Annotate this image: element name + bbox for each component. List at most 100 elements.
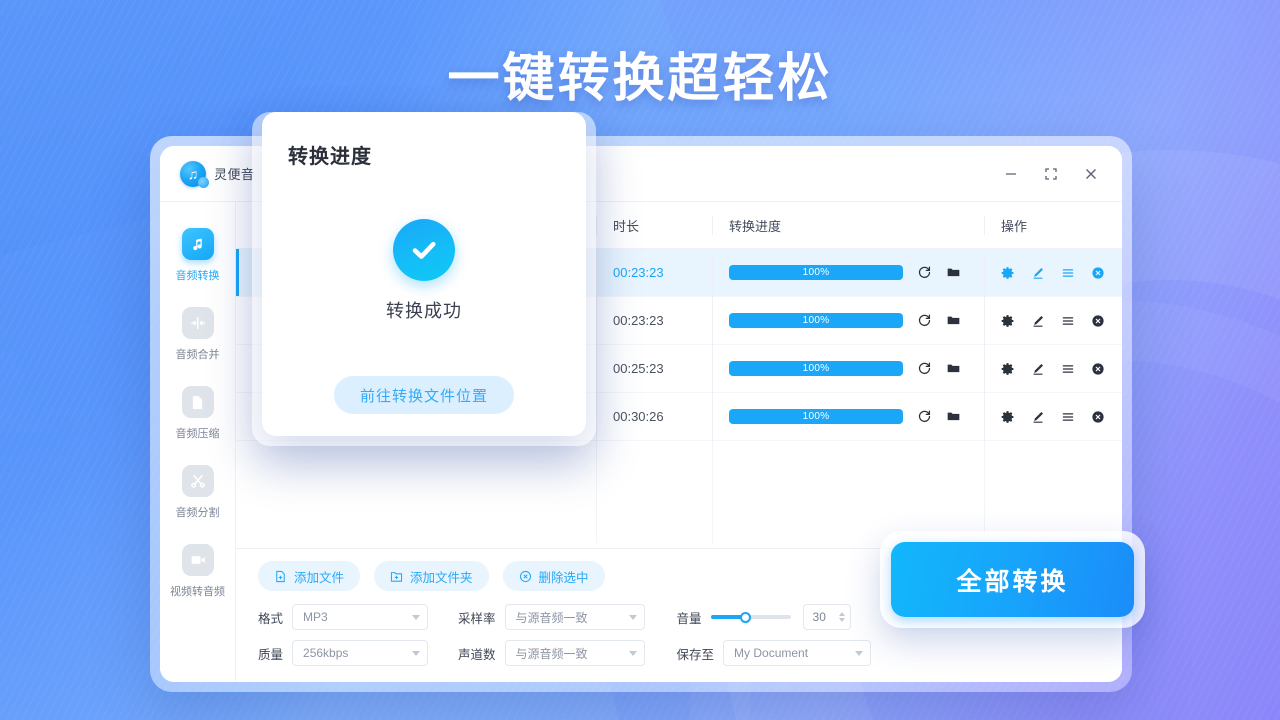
close-button[interactable] bbox=[1074, 159, 1108, 189]
progress-bar: 100% bbox=[729, 265, 903, 280]
column-header-operations: 操作 bbox=[984, 215, 1122, 235]
gear-icon[interactable] bbox=[1001, 410, 1015, 424]
delete-circle-icon bbox=[519, 570, 531, 582]
cell-progress: 100% bbox=[712, 392, 984, 441]
progress-bar: 100% bbox=[729, 409, 903, 424]
saveto-select[interactable]: My Document bbox=[723, 640, 872, 666]
minimize-button[interactable] bbox=[994, 159, 1028, 189]
quality-select[interactable]: 256kbps bbox=[292, 640, 429, 666]
cell-operations bbox=[984, 296, 1122, 345]
column-header-duration: 时长 bbox=[596, 215, 712, 235]
sidebar-item-label: 音频合并 bbox=[175, 349, 220, 361]
cell-progress: 100% bbox=[712, 344, 984, 393]
pencil-icon[interactable] bbox=[1031, 314, 1045, 328]
quality-field: 质量 256kbps bbox=[258, 640, 429, 666]
close-circle-icon[interactable] bbox=[1091, 266, 1105, 280]
chevron-down-icon[interactable] bbox=[838, 618, 845, 622]
folder-icon[interactable] bbox=[946, 361, 961, 376]
dialog-status-text: 转换成功 bbox=[386, 300, 462, 321]
refresh-icon[interactable] bbox=[917, 409, 932, 424]
cell-operations bbox=[984, 344, 1122, 393]
pencil-icon[interactable] bbox=[1031, 362, 1045, 376]
check-circle-icon bbox=[393, 218, 455, 281]
channels-field: 声道数 与源音频一致 bbox=[458, 640, 645, 666]
sidebar-item-audio-merge[interactable]: 音频合并 bbox=[160, 295, 236, 372]
convert-all-button[interactable]: 全部转换 bbox=[891, 542, 1134, 617]
gear-icon[interactable] bbox=[1001, 266, 1015, 280]
cell-duration: 00:30:26 bbox=[596, 392, 712, 441]
dialog-body: 转换成功 bbox=[288, 165, 560, 376]
music-note-icon bbox=[181, 228, 214, 260]
open-output-folder-button[interactable]: 前往转换文件位置 bbox=[333, 376, 514, 414]
video-camera-icon bbox=[181, 544, 214, 576]
format-label: 格式 bbox=[258, 611, 284, 626]
quality-label: 质量 bbox=[258, 647, 284, 662]
folder-icon[interactable] bbox=[946, 409, 961, 424]
channels-label: 声道数 bbox=[458, 647, 496, 662]
channels-select[interactable]: 与源音频一致 bbox=[504, 640, 645, 666]
sidebar-item-label: 音频分割 bbox=[175, 507, 220, 519]
volume-value: 30 bbox=[812, 610, 826, 624]
refresh-icon[interactable] bbox=[917, 265, 932, 280]
cell-duration: 00:23:23 bbox=[596, 296, 712, 345]
cell-duration: 00:25:23 bbox=[596, 344, 712, 393]
samplerate-value: 与源音频一致 bbox=[515, 610, 588, 625]
pencil-icon[interactable] bbox=[1031, 410, 1045, 424]
format-select[interactable]: MP3 bbox=[292, 604, 429, 630]
volume-stepper[interactable]: 30 bbox=[802, 604, 851, 630]
duration-text: 00:23:23 bbox=[613, 313, 664, 328]
add-folder-icon bbox=[390, 571, 403, 582]
sidebar-item-video-to-audio[interactable]: 视频转音频 bbox=[160, 532, 236, 609]
saveto-value: My Document bbox=[734, 646, 809, 660]
sidebar-item-label: 音频压缩 bbox=[175, 428, 220, 440]
duration-text: 00:25:23 bbox=[613, 361, 664, 376]
sidebar-item-audio-convert[interactable]: 音频转换 bbox=[160, 216, 236, 293]
quality-value: 256kbps bbox=[303, 646, 349, 660]
volume-field: 音量 30 bbox=[677, 604, 851, 630]
volume-slider[interactable] bbox=[710, 611, 791, 623]
chevron-up-icon[interactable] bbox=[838, 612, 845, 616]
maximize-icon bbox=[1045, 167, 1057, 180]
channels-value: 与源音频一致 bbox=[515, 646, 588, 661]
delete-selected-button[interactable]: 删除选中 bbox=[502, 561, 605, 591]
add-folder-button[interactable]: 添加文件夹 bbox=[374, 561, 489, 591]
cell-operations bbox=[984, 249, 1122, 297]
refresh-icon[interactable] bbox=[917, 313, 932, 328]
brand: 灵便音 bbox=[180, 160, 255, 188]
folder-icon[interactable] bbox=[946, 265, 961, 280]
stepper-arrows[interactable] bbox=[838, 612, 845, 622]
format-value: MP3 bbox=[303, 610, 328, 624]
maximize-button[interactable] bbox=[1034, 159, 1068, 189]
gear-icon[interactable] bbox=[1001, 362, 1015, 376]
close-circle-icon[interactable] bbox=[1091, 362, 1105, 376]
samplerate-field: 采样率 与源音频一致 bbox=[458, 604, 645, 630]
settings-row-2: 质量 256kbps 声道数 与源音频一致 保存至 My Document bbox=[258, 640, 1100, 666]
close-circle-icon[interactable] bbox=[1091, 314, 1105, 328]
window-controls bbox=[994, 159, 1108, 189]
app-logo-icon bbox=[180, 160, 209, 188]
folder-icon[interactable] bbox=[946, 313, 961, 328]
app-logo-accent bbox=[198, 176, 209, 188]
cell-operations bbox=[984, 392, 1122, 441]
samplerate-select[interactable]: 与源音频一致 bbox=[504, 604, 645, 630]
chevron-down-icon bbox=[628, 614, 637, 620]
list-icon[interactable] bbox=[1061, 362, 1075, 376]
refresh-icon[interactable] bbox=[917, 361, 932, 376]
chevron-down-icon bbox=[855, 650, 864, 656]
add-file-button[interactable]: 添加文件 bbox=[258, 561, 361, 591]
screenshot-root: 一键转换超轻松 灵便音 bbox=[0, 0, 1280, 720]
conversion-progress-dialog: 转换进度 转换成功 前往转换文件位置 bbox=[262, 112, 586, 436]
close-circle-icon[interactable] bbox=[1091, 410, 1105, 424]
volume-slider-handle[interactable] bbox=[740, 611, 752, 623]
chevron-down-icon bbox=[412, 650, 421, 656]
sidebar-item-audio-compress[interactable]: 音频压缩 bbox=[160, 374, 236, 451]
list-icon[interactable] bbox=[1061, 314, 1075, 328]
app-name: 灵便音 bbox=[214, 167, 255, 182]
list-icon[interactable] bbox=[1061, 410, 1075, 424]
pencil-icon[interactable] bbox=[1031, 266, 1045, 280]
list-icon[interactable] bbox=[1061, 266, 1075, 280]
sidebar-item-audio-split[interactable]: 音频分割 bbox=[160, 453, 236, 530]
duration-text: 00:30:26 bbox=[613, 409, 664, 424]
gear-icon[interactable] bbox=[1001, 314, 1015, 328]
add-file-label: 添加文件 bbox=[294, 570, 345, 585]
